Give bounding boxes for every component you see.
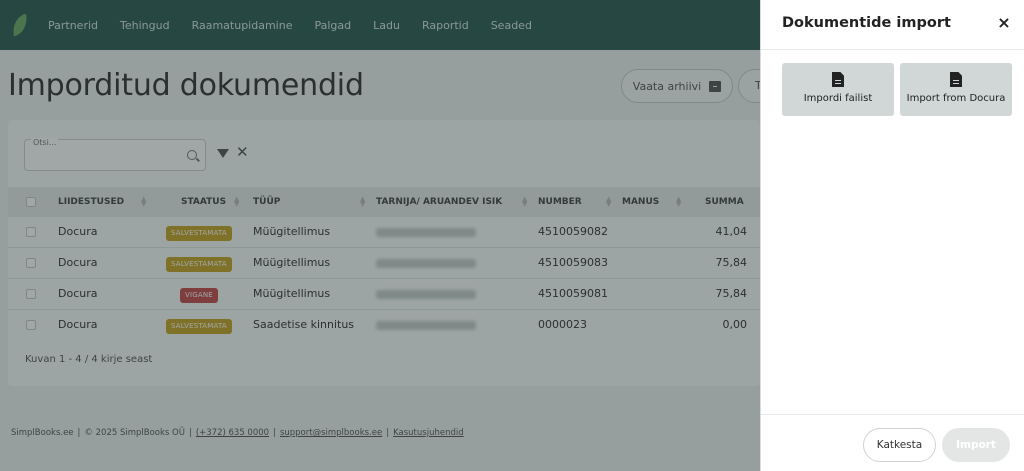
divider xyxy=(761,49,1024,50)
cancel-button[interactable]: Katkesta xyxy=(863,428,936,462)
file-icon xyxy=(950,72,962,87)
import-from-docura-button[interactable]: Import from Docura xyxy=(900,63,1012,116)
close-icon[interactable]: × xyxy=(995,12,1013,34)
modal-backdrop[interactable] xyxy=(0,0,760,471)
divider xyxy=(761,414,1024,415)
import-panel: Dokumentide import × Impordi failist Imp… xyxy=(760,0,1024,471)
file-icon xyxy=(832,72,844,87)
import-from-file-label: Impordi failist xyxy=(803,93,873,104)
import-from-docura-label: Import from Docura xyxy=(906,93,1006,104)
import-button[interactable]: Import xyxy=(942,428,1010,462)
panel-title: Dokumentide import xyxy=(782,15,951,31)
import-from-file-button[interactable]: Impordi failist xyxy=(782,63,894,116)
